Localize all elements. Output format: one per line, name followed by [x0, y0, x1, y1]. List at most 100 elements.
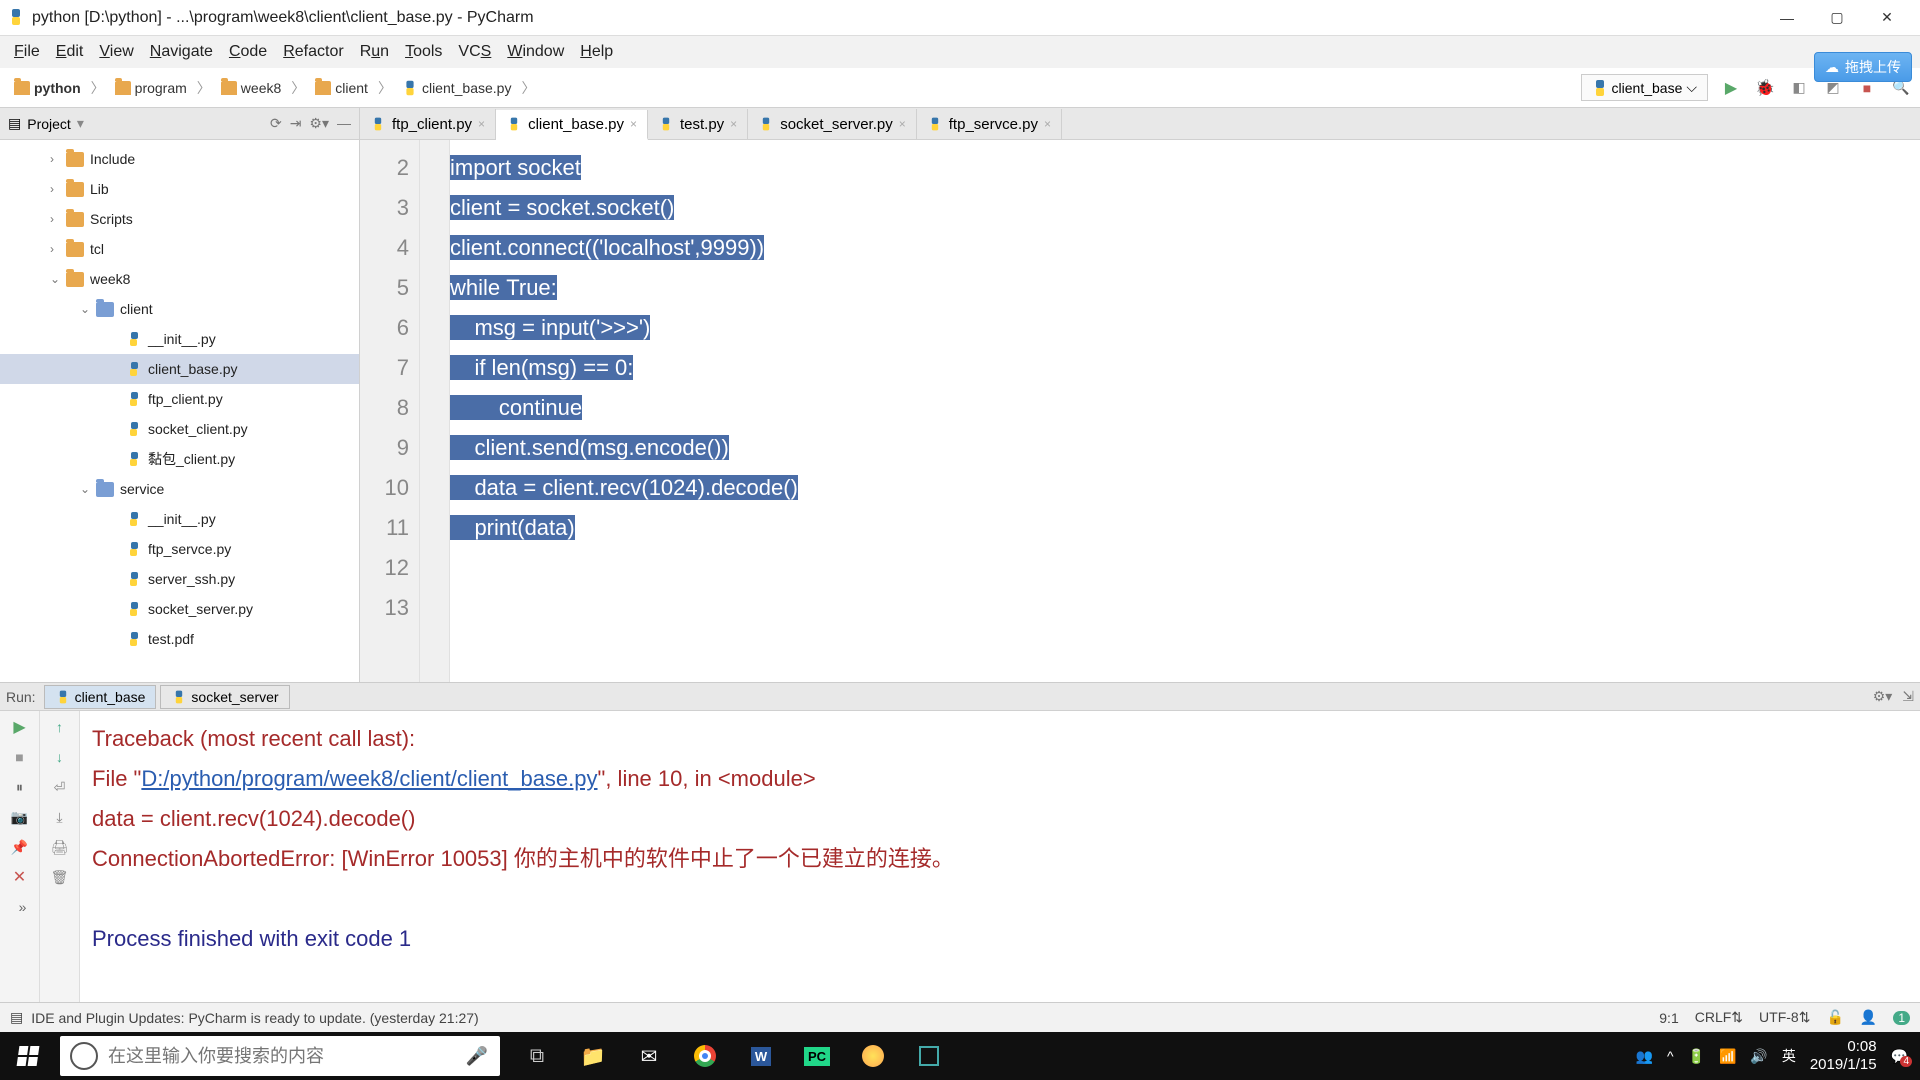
editor-tab[interactable]: ftp_client.py×	[360, 109, 496, 139]
tree-item[interactable]: client_base.py	[0, 354, 359, 384]
menu-window[interactable]: Window	[499, 39, 572, 65]
mail-icon[interactable]: ✉	[622, 1032, 676, 1080]
tray-expand-icon[interactable]: ^	[1667, 1048, 1674, 1064]
collapse-icon[interactable]: ⇥	[290, 115, 302, 132]
run-tab-socket-server[interactable]: socket_server	[160, 685, 289, 709]
volume-icon[interactable]: 🔊	[1750, 1048, 1767, 1065]
vmware-icon[interactable]	[902, 1032, 956, 1080]
more-button[interactable]: »	[13, 897, 33, 917]
minimize-panel-icon[interactable]: ⇲	[1902, 688, 1914, 705]
battery-icon[interactable]: 🔋	[1688, 1048, 1705, 1065]
breadcrumb-item[interactable]: client_base.py	[396, 78, 518, 98]
console-output[interactable]: Traceback (most recent call last): File …	[80, 711, 1920, 1002]
notification-icon[interactable]: 💬4	[1891, 1048, 1908, 1065]
close-tab-icon[interactable]: ×	[730, 117, 737, 131]
line-separator[interactable]: CRLF⇅	[1695, 1009, 1743, 1026]
tree-item[interactable]: __init__.py	[0, 324, 359, 354]
tree-item[interactable]: test.pdf	[0, 624, 359, 654]
editor-tab[interactable]: ftp_servce.py×	[917, 109, 1062, 139]
wifi-icon[interactable]: 📶	[1719, 1048, 1736, 1065]
close-tab-icon[interactable]: ×	[478, 117, 485, 131]
debug-button[interactable]: 🐞	[1754, 77, 1776, 99]
menu-vcs[interactable]: VCS	[450, 39, 499, 65]
start-button[interactable]	[0, 1032, 56, 1080]
file-explorer-icon[interactable]: 📁	[566, 1032, 620, 1080]
close-tab-icon[interactable]: ×	[899, 117, 906, 131]
run-button[interactable]: ▶	[1720, 77, 1742, 99]
stop-button[interactable]: ■	[10, 747, 30, 767]
tree-item[interactable]: ⌄client	[0, 294, 359, 324]
breadcrumb-item[interactable]: python	[8, 78, 87, 98]
encoding[interactable]: UTF-8⇅	[1759, 1009, 1810, 1026]
inspector-icon[interactable]: 👤	[1860, 1009, 1877, 1026]
lock-icon[interactable]: 🔓	[1826, 1009, 1843, 1026]
menu-run[interactable]: Run	[352, 39, 397, 65]
dump-button[interactable]: 📷	[10, 807, 30, 827]
run-config-selector[interactable]: client_base ⌵	[1581, 74, 1708, 101]
breadcrumb-item[interactable]: program	[109, 78, 193, 98]
menu-view[interactable]: View	[91, 39, 141, 65]
app-yellow-icon[interactable]	[846, 1032, 900, 1080]
tree-item[interactable]: ⌄service	[0, 474, 359, 504]
maximize-button[interactable]: ▢	[1812, 2, 1862, 34]
tree-item[interactable]: ftp_client.py	[0, 384, 359, 414]
tree-item[interactable]: ftp_servce.py	[0, 534, 359, 564]
menu-code[interactable]: Code	[221, 39, 275, 65]
microphone-icon[interactable]: 🎤	[466, 1046, 488, 1067]
close-button[interactable]: ✕	[1862, 2, 1912, 34]
coverage-button[interactable]: ◧	[1788, 77, 1810, 99]
clock[interactable]: 0:08 2019/1/15	[1810, 1038, 1877, 1074]
ime-indicator[interactable]: 英	[1782, 1046, 1796, 1066]
tree-item[interactable]: ›Include	[0, 144, 359, 174]
tree-item[interactable]: server_ssh.py	[0, 564, 359, 594]
taskbar-search[interactable]: 🎤	[60, 1036, 500, 1076]
pause-button[interactable]: ⏸	[10, 777, 30, 797]
close-button[interactable]: ✕	[10, 867, 30, 887]
hide-icon[interactable]: —	[337, 115, 351, 132]
code-editor[interactable]: 2345678910111213 import socketclient = s…	[360, 140, 1920, 682]
tree-item[interactable]: ›Scripts	[0, 204, 359, 234]
rerun-button[interactable]: ▶	[10, 717, 30, 737]
tree-item[interactable]: __init__.py	[0, 504, 359, 534]
people-icon[interactable]: 👥	[1636, 1048, 1653, 1065]
close-tab-icon[interactable]: ×	[1044, 117, 1051, 131]
update-icon[interactable]: ▤	[10, 1009, 23, 1026]
tree-item[interactable]: 黏包_client.py	[0, 444, 359, 474]
editor-tab[interactable]: socket_server.py×	[748, 109, 917, 139]
editor-tab[interactable]: test.py×	[648, 109, 748, 139]
gear-icon[interactable]: ⚙▾	[1873, 688, 1893, 705]
chevron-down-icon[interactable]: ▾	[77, 115, 84, 132]
caret-position[interactable]: 9:1	[1659, 1010, 1678, 1026]
wrap-button[interactable]: ⏎	[50, 777, 70, 797]
menu-navigate[interactable]: Navigate	[142, 39, 221, 65]
pin-button[interactable]: 📌	[10, 837, 30, 857]
scroll-button[interactable]: ⤓	[50, 807, 70, 827]
run-tab-client-base[interactable]: client_base	[44, 685, 157, 709]
print-button[interactable]: 🖨	[50, 837, 70, 857]
tree-item[interactable]: ›tcl	[0, 234, 359, 264]
pycharm-icon[interactable]: PC	[790, 1032, 844, 1080]
menu-file[interactable]: File	[6, 39, 48, 65]
menu-help[interactable]: Help	[572, 39, 621, 65]
word-icon[interactable]: W	[734, 1032, 788, 1080]
gear-icon[interactable]: ⚙▾	[309, 115, 329, 132]
tree-item[interactable]: ⌄week8	[0, 264, 359, 294]
trash-button[interactable]: 🗑	[50, 867, 70, 887]
menu-edit[interactable]: Edit	[48, 39, 92, 65]
close-tab-icon[interactable]: ×	[630, 117, 637, 131]
minimize-button[interactable]: —	[1762, 2, 1812, 34]
breadcrumb-item[interactable]: week8	[215, 78, 287, 98]
project-tree[interactable]: ›Include›Lib›Scripts›tcl⌄week8⌄client__i…	[0, 140, 359, 682]
menu-refactor[interactable]: Refactor	[275, 39, 351, 65]
tree-item[interactable]: ›Lib	[0, 174, 359, 204]
tree-item[interactable]: socket_server.py	[0, 594, 359, 624]
sync-icon[interactable]: ⟳	[270, 115, 282, 132]
menu-tools[interactable]: Tools	[397, 39, 450, 65]
cloud-upload-widget[interactable]: ☁ 拖拽上传	[1814, 52, 1912, 82]
breadcrumb-item[interactable]: client	[309, 78, 374, 98]
editor-tab[interactable]: client_base.py×	[496, 110, 648, 140]
up-button[interactable]: ↑	[50, 717, 70, 737]
code-content[interactable]: import socketclient = socket.socket()cli…	[450, 140, 1920, 682]
file-link[interactable]: D:/python/program/week8/client/client_ba…	[141, 766, 597, 791]
task-view-button[interactable]: ⧉	[510, 1032, 564, 1080]
